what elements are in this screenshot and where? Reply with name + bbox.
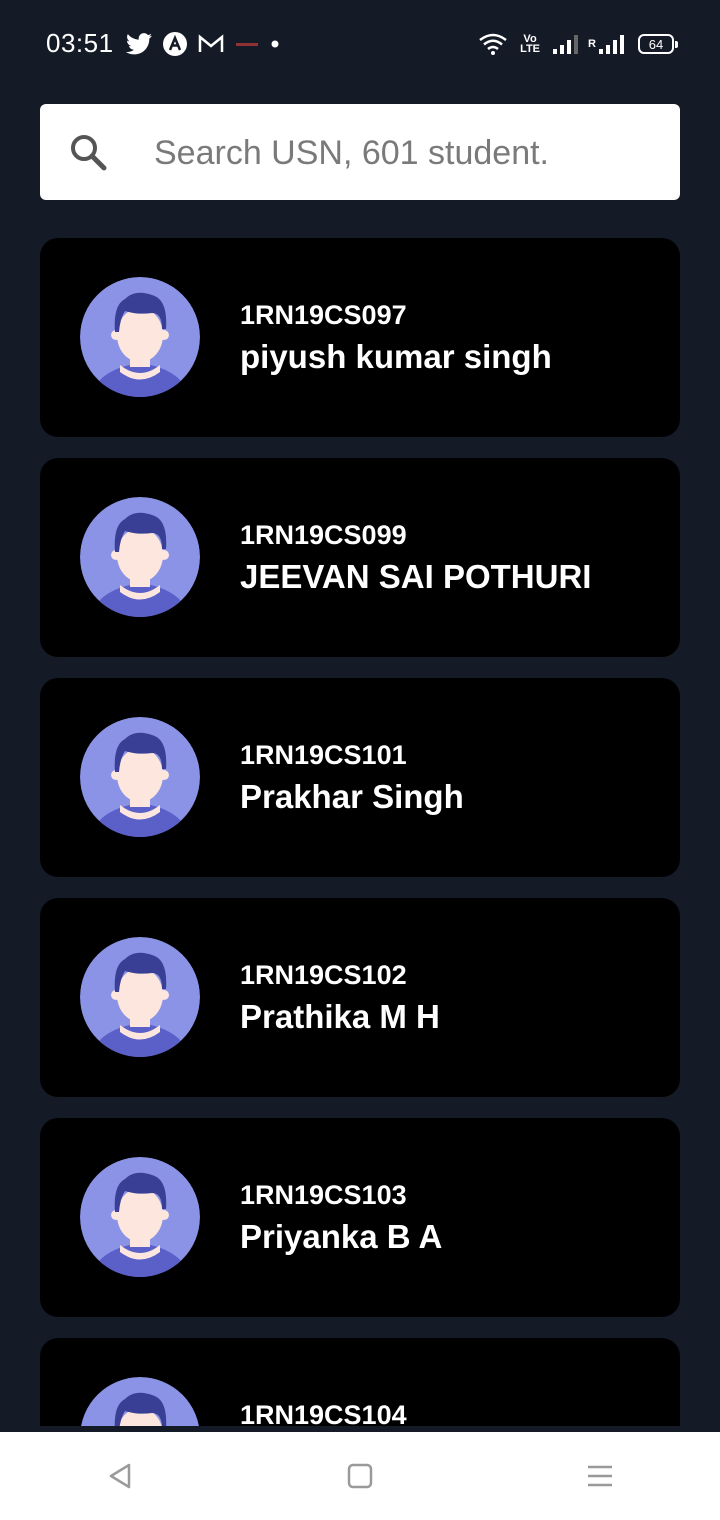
- student-usn: 1RN19CS101: [240, 740, 407, 770]
- student-usn: 1RN19CS103: [240, 1180, 407, 1210]
- twitter-icon: [126, 33, 152, 55]
- search-bar[interactable]: [40, 104, 680, 202]
- student-name: Priyanka B A: [240, 1218, 443, 1255]
- home-button[interactable]: [320, 1446, 400, 1506]
- avatar-icon: [80, 1157, 200, 1277]
- search-icon[interactable]: [68, 132, 108, 172]
- avatar-icon: [80, 937, 200, 1057]
- student-card[interactable]: 1RN19CS101 Prakhar Singh: [40, 678, 680, 877]
- gmail-icon: [198, 34, 224, 52]
- student-card[interactable]: 1RN19CS099 JEEVAN SAI POTHURI: [40, 458, 680, 657]
- student-card[interactable]: 1RN19CS103 Priyanka B A: [40, 1118, 680, 1317]
- avatar-icon: [80, 277, 200, 397]
- student-card[interactable]: 1RN19CS097 piyush kumar singh: [40, 238, 680, 437]
- student-name: piyush kumar singh: [240, 338, 552, 375]
- student-usn: 1RN19CS102: [240, 960, 407, 990]
- avatar-icon: [80, 497, 200, 617]
- app-notification-icon: [236, 43, 258, 46]
- menu-icon: [588, 1465, 612, 1487]
- roaming-label: R: [588, 38, 596, 50]
- search-input[interactable]: [152, 104, 656, 202]
- home-icon: [347, 1463, 373, 1489]
- status-right-icons: Vo LTE R 64: [478, 30, 678, 58]
- back-button[interactable]: [80, 1446, 160, 1506]
- student-list[interactable]: 1RN19CS097 piyush kumar singh 1RN19CS099…: [40, 238, 680, 1426]
- signal-1-icon: [553, 35, 579, 54]
- a-circle-icon: [163, 32, 187, 56]
- status-time: 03:51: [46, 28, 114, 58]
- signal-2-icon: [599, 35, 624, 54]
- back-icon: [109, 1463, 131, 1489]
- status-bar: 03:51 Vo LTE R 64: [0, 0, 720, 88]
- student-name: Prathika M H: [240, 998, 440, 1035]
- student-name: JEEVAN SAI POTHURI: [240, 558, 592, 595]
- wifi-icon: [479, 33, 507, 55]
- battery-icon: 64: [638, 34, 678, 54]
- notification-dot-icon: [271, 40, 279, 48]
- student-name: Prakhar Singh: [240, 778, 464, 815]
- student-usn: 1RN19CS099: [240, 520, 407, 550]
- avatar-icon: [80, 717, 200, 837]
- student-card[interactable]: 1RN19CS102 Prathika M H: [40, 898, 680, 1097]
- avatar-icon: [80, 1377, 200, 1426]
- student-card[interactable]: 1RN19CS104: [40, 1338, 680, 1426]
- menu-button[interactable]: [560, 1446, 640, 1506]
- volte-icon: Vo LTE: [520, 33, 541, 55]
- student-usn: 1RN19CS097: [240, 300, 407, 330]
- student-usn: 1RN19CS104: [240, 1400, 407, 1426]
- status-left-icons: [126, 30, 280, 58]
- navigation-bar: [0, 1432, 720, 1520]
